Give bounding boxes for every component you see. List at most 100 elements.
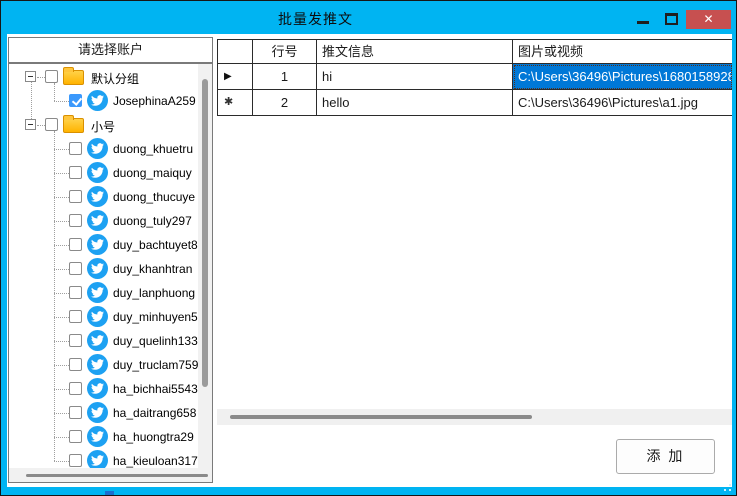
twitter-icon	[87, 378, 108, 399]
account-checkbox[interactable]	[69, 262, 82, 275]
cell-media[interactable]: C:\Users\36496\Pictures\a1.jpg	[513, 90, 732, 116]
account-checkbox[interactable]	[69, 166, 82, 179]
twitter-icon	[87, 330, 108, 351]
tree-connector	[54, 389, 69, 390]
cell-media-selected[interactable]: C:\Users\36496\Pictures\16801589281	[513, 64, 732, 90]
tree-item-label[interactable]: duong_thucuye	[113, 190, 195, 204]
tree-group-item[interactable]: 小号	[9, 113, 198, 137]
tree-account-item[interactable]: duy_bachtuyet8	[9, 233, 198, 257]
tree-connector	[54, 365, 69, 366]
grid-header-tweet[interactable]: 推文信息	[317, 40, 513, 64]
account-tree: 默认分组 JosephinaA259 小号 duong_khuetru duong_ma…	[8, 63, 213, 483]
cell-rowno[interactable]: 1	[253, 64, 317, 90]
tree-connector	[54, 197, 69, 198]
account-checkbox[interactable]	[69, 454, 82, 467]
account-checkbox[interactable]	[69, 382, 82, 395]
twitter-icon	[87, 186, 108, 207]
twitter-icon	[87, 258, 108, 279]
add-button[interactable]: 添 加	[616, 439, 715, 474]
tree-item-label[interactable]: duy_bachtuyet8	[113, 238, 198, 252]
tree-account-item[interactable]: JosephinaA259	[9, 89, 198, 113]
maximize-icon[interactable]	[665, 13, 678, 25]
tree-account-item[interactable]: duong_maiquy	[9, 161, 198, 185]
account-checkbox[interactable]	[69, 334, 82, 347]
twitter-icon	[87, 306, 108, 327]
cell-tweet[interactable]: hello	[317, 90, 513, 116]
account-checkbox[interactable]	[69, 406, 82, 419]
tree-item-label[interactable]: duy_quelinh133	[113, 334, 198, 348]
tree-account-item[interactable]: duy_minhuyen5	[9, 305, 198, 329]
account-checkbox[interactable]	[69, 238, 82, 251]
batch-tweet-dialog: 批量发推文 ✕ 请选择账户 默认分组JosephinaA259小号duong_k…	[0, 0, 737, 496]
tree-item-label[interactable]: ha_daitrang658	[113, 406, 196, 420]
current-row-indicator[interactable]: ▶	[218, 64, 253, 90]
account-checkbox[interactable]	[69, 190, 82, 203]
tree-connector	[54, 245, 69, 246]
tree-item-label[interactable]: duy_truclam759	[113, 358, 198, 372]
grid-horizontal-scrollbar[interactable]	[217, 409, 732, 425]
tree-rows: 默认分组 JosephinaA259 小号 duong_khuetru duong_ma…	[9, 64, 198, 468]
resize-grip[interactable]	[729, 489, 731, 491]
new-row-indicator[interactable]: ✱	[218, 90, 253, 116]
tree-group-item[interactable]: 默认分组	[9, 65, 198, 89]
tree-account-item[interactable]: duong_tuly297	[9, 209, 198, 233]
twitter-icon	[87, 138, 108, 159]
tree-account-item[interactable]: duy_lanphuong	[9, 281, 198, 305]
account-checkbox[interactable]	[69, 214, 82, 227]
tree-vertical-scrollbar-thumb[interactable]	[202, 79, 208, 387]
group-checkbox[interactable]	[45, 70, 58, 83]
account-checkbox[interactable]	[69, 358, 82, 371]
tree-vertical-scrollbar[interactable]	[198, 64, 212, 468]
tree-account-item[interactable]: duong_khuetru	[9, 137, 198, 161]
tree-account-item[interactable]: ha_huongtra29	[9, 425, 198, 449]
tree-horizontal-scrollbar[interactable]	[9, 468, 212, 482]
grid-header-rowno[interactable]: 行号	[253, 40, 317, 64]
tree-connector	[54, 173, 69, 174]
grid-header-media[interactable]: 图片或视频	[513, 40, 732, 64]
tree-item-label[interactable]: ha_kieuloan317	[113, 454, 198, 468]
tree-horizontal-scrollbar-thumb[interactable]	[26, 474, 208, 477]
tree-account-item[interactable]: duy_khanhtran	[9, 257, 198, 281]
group-checkbox[interactable]	[45, 118, 58, 131]
tree-account-item[interactable]: ha_bichhai5543	[9, 377, 198, 401]
tree-item-label[interactable]: ha_huongtra29	[113, 430, 194, 444]
tree-item-label[interactable]: 默认分组	[91, 70, 139, 87]
minimize-icon[interactable]	[637, 21, 649, 24]
account-checkbox[interactable]	[69, 430, 82, 443]
twitter-icon	[87, 162, 108, 183]
tree-item-label[interactable]: duong_khuetru	[113, 142, 193, 156]
tree-item-label[interactable]: ha_bichhai5543	[113, 382, 198, 396]
tree-item-label[interactable]: duong_tuly297	[113, 214, 192, 228]
expand-toggle-icon[interactable]	[25, 119, 36, 130]
tree-item-label[interactable]: duong_maiquy	[113, 166, 192, 180]
cell-rowno[interactable]: 2	[253, 90, 317, 116]
tree-connector	[54, 461, 69, 462]
tree-item-label[interactable]: JosephinaA259	[113, 94, 196, 108]
tree-account-item[interactable]: duy_truclam759	[9, 353, 198, 377]
account-checkbox[interactable]	[69, 310, 82, 323]
twitter-icon	[87, 354, 108, 375]
tree-item-label[interactable]: duy_khanhtran	[113, 262, 192, 276]
close-button[interactable]: ✕	[686, 10, 731, 29]
account-checkbox[interactable]	[69, 142, 82, 155]
cell-tweet[interactable]: hi	[317, 64, 513, 90]
folder-icon	[63, 70, 84, 85]
tree-account-item[interactable]: ha_kieuloan317	[9, 449, 198, 468]
tree-item-label[interactable]: 小号	[91, 118, 115, 135]
account-checkbox[interactable]	[69, 286, 82, 299]
tree-connector	[54, 269, 69, 270]
grid-horizontal-scrollbar-thumb[interactable]	[230, 415, 532, 419]
tree-item-label[interactable]: duy_minhuyen5	[113, 310, 198, 324]
account-checkbox[interactable]	[69, 94, 82, 107]
tree-account-item[interactable]: duy_quelinh133	[9, 329, 198, 353]
tree-account-item[interactable]: ha_daitrang658	[9, 401, 198, 425]
tree-account-item[interactable]: duong_thucuye	[9, 185, 198, 209]
tree-connector	[54, 437, 69, 438]
grid-row: ✱ 2 hello C:\Users\36496\Pictures\a1.jpg	[218, 90, 732, 116]
grid-header-row: 行号 推文信息 图片或视频	[218, 40, 732, 64]
twitter-icon	[87, 210, 108, 231]
twitter-icon	[87, 450, 108, 468]
tree-item-label[interactable]: duy_lanphuong	[113, 286, 195, 300]
expand-toggle-icon[interactable]	[25, 71, 36, 82]
tweet-grid: 行号 推文信息 图片或视频 ▶ 1 hi C:\Users\36496\Pict…	[217, 39, 732, 425]
